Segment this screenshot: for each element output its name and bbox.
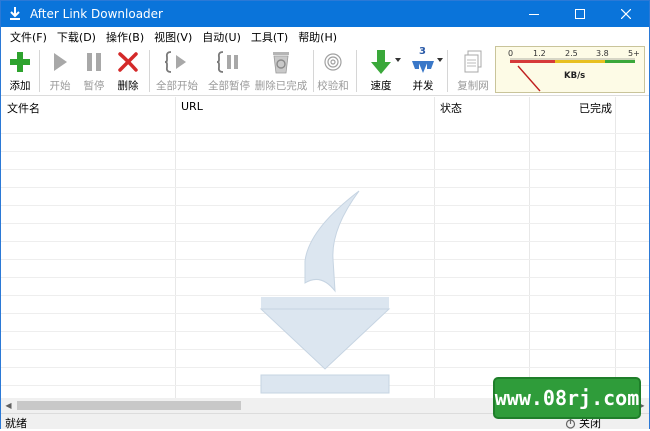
add-label: 添加	[9, 80, 31, 92]
delete-label: 删除	[117, 80, 139, 92]
table-row-divider	[1, 187, 649, 188]
delete-completed-label: 删除已完成	[254, 80, 308, 92]
title-bar: After Link Downloader	[1, 1, 649, 27]
menu-help[interactable]: 帮助(H)	[293, 29, 342, 45]
site-badge-text: www.08rj.com	[494, 386, 640, 410]
download-watermark-icon	[259, 190, 391, 394]
pause-icon	[87, 53, 101, 71]
menu-bar: 文件(F) 下载(D) 操作(B) 视图(V) 自动(U) 工具(T) 帮助(H…	[1, 27, 649, 46]
start-label: 开始	[49, 80, 71, 92]
speed-meter: 0 1.2 2.5 3.8 5+ KB/s	[495, 46, 645, 93]
concurrent-button[interactable]: 3 并发	[405, 46, 441, 94]
column-url[interactable]: URL	[181, 100, 203, 113]
table-row-divider	[1, 133, 649, 134]
column-filename[interactable]: 文件名	[7, 100, 40, 116]
add-button[interactable]: 添加	[5, 48, 35, 94]
start-all-button[interactable]: 全部开始	[153, 48, 201, 94]
copy-url-button[interactable]: 复制网	[453, 48, 493, 94]
menu-download[interactable]: 下载(D)	[52, 29, 101, 45]
column-status[interactable]: 状态	[440, 100, 462, 116]
maximize-icon	[575, 9, 585, 19]
speed-dropdown-icon[interactable]	[395, 58, 401, 62]
meter-gauge	[510, 58, 635, 92]
pause-button[interactable]: 暂停	[79, 48, 109, 94]
download-arrow-icon	[371, 50, 391, 74]
copy-icon	[464, 50, 482, 73]
table-row-divider	[1, 151, 649, 152]
menu-operation[interactable]: 操作(B)	[101, 29, 149, 45]
copy-url-label: 复制网	[457, 80, 489, 92]
window-title: After Link Downloader	[30, 7, 163, 21]
fingerprint-icon	[324, 53, 342, 71]
menu-file[interactable]: 文件(F)	[5, 29, 52, 45]
delete-icon	[118, 52, 138, 72]
menu-view[interactable]: 视图(V)	[149, 29, 197, 45]
meter-needle	[517, 65, 541, 92]
power-icon	[565, 418, 576, 429]
speed-label: 速度	[370, 80, 392, 92]
speed-button[interactable]: 速度	[363, 48, 399, 94]
menu-tools[interactable]: 工具(T)	[246, 29, 293, 45]
meter-unit: KB/s	[564, 71, 586, 81]
menu-auto[interactable]: 自动(U)	[197, 29, 246, 45]
app-window: After Link Downloader 文件(F) 下载(D) 操作(B) …	[0, 0, 650, 430]
pause-label: 暂停	[83, 80, 105, 92]
delete-button[interactable]: 删除	[113, 48, 143, 94]
pause-all-icon	[216, 51, 238, 73]
table-header: 文件名 URL 状态 已完成	[1, 97, 649, 116]
start-all-icon	[164, 51, 186, 73]
pause-all-button[interactable]: 全部暂停	[205, 48, 253, 94]
checksum-button[interactable]: 校验和	[315, 48, 351, 94]
pause-all-label: 全部暂停	[208, 80, 250, 92]
start-all-label: 全部开始	[156, 80, 198, 92]
minimize-button[interactable]	[511, 1, 557, 27]
start-button[interactable]: 开始	[45, 48, 75, 94]
minimize-icon	[529, 14, 539, 15]
column-completed[interactable]: 已完成	[579, 100, 612, 116]
concurrent-dropdown-icon[interactable]	[437, 58, 443, 62]
table-row-divider	[1, 169, 649, 170]
site-badge: www.08rj.com	[493, 377, 641, 419]
scroll-left-icon[interactable]: ◀	[1, 398, 16, 413]
maximize-button[interactable]	[557, 1, 603, 27]
scrollbar-thumb[interactable]	[17, 401, 241, 410]
play-icon	[54, 53, 67, 71]
concurrent-count: 3	[419, 46, 426, 57]
recycle-icon	[273, 52, 289, 74]
delete-completed-button[interactable]: 删除已完成	[253, 48, 309, 94]
close-button[interactable]	[603, 1, 649, 27]
app-icon	[10, 7, 20, 20]
add-icon	[10, 52, 30, 72]
close-icon	[621, 9, 631, 19]
checksum-label: 校验和	[317, 80, 349, 92]
concurrent-label: 并发	[412, 80, 434, 92]
